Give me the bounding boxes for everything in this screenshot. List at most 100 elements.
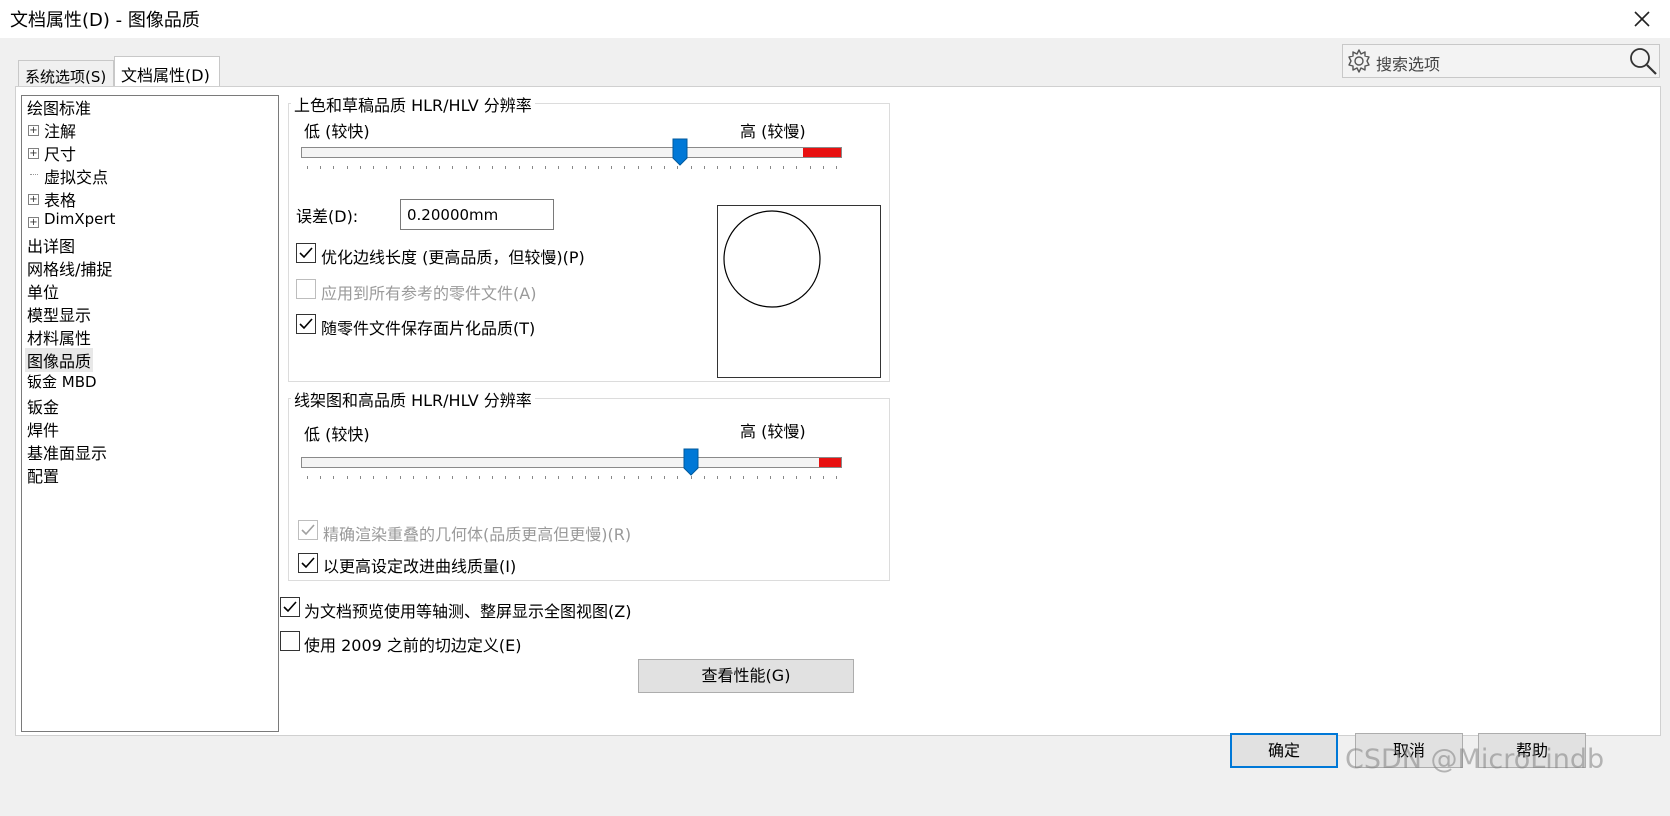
- slider-tick: [439, 166, 440, 169]
- search-placeholder: 搜索选项: [1376, 55, 1441, 74]
- tab-system-options[interactable]: 系统选项(S): [18, 60, 114, 88]
- tree-item-dimxpert[interactable]: DimXpert: [44, 210, 115, 228]
- expand-icon[interactable]: +: [28, 148, 39, 159]
- slider-tick: [677, 166, 678, 169]
- apply-all-label: 应用到所有参考的零件文件(A): [321, 284, 537, 303]
- slider-tick: [492, 476, 493, 479]
- slider-tick: [823, 476, 824, 479]
- quality-preview: [717, 205, 881, 378]
- slider-tick: [611, 166, 612, 169]
- preview-circle-icon: [723, 210, 821, 308]
- tolerance-field[interactable]: [400, 199, 554, 230]
- shaded-slider-ticks: [301, 166, 842, 172]
- slider-tick: [307, 476, 308, 479]
- slider-tick: [360, 476, 361, 479]
- slider-tick: [426, 166, 427, 169]
- slider-tick: [664, 166, 665, 169]
- slider-tick: [783, 476, 784, 479]
- slider-tick: [320, 476, 321, 479]
- tree-item-virtual-sharps[interactable]: 虚拟交点: [44, 164, 108, 188]
- slider-tick: [519, 166, 520, 169]
- slider-max-zone: [819, 458, 841, 467]
- slider-tick: [651, 476, 652, 479]
- close-button[interactable]: [1626, 4, 1658, 34]
- expand-icon[interactable]: +: [28, 194, 39, 205]
- improve-curve-label: 以更高设定改进曲线质量(I): [323, 557, 517, 576]
- category-tree[interactable]: 绘图标准 + 注解 + 尺寸 虚拟交点 + 表格 + DimXpert 出详图 …: [21, 95, 279, 732]
- slider-max-zone: [803, 148, 841, 157]
- wireframe-slider-track[interactable]: [301, 457, 842, 468]
- tree-item-sheet-metal-mbd[interactable]: 钣金 MBD: [27, 371, 97, 392]
- precise-render-checkbox[interactable]: [298, 520, 318, 540]
- tree-item-plane-display[interactable]: 基准面显示: [27, 440, 107, 464]
- slider-tick: [479, 166, 480, 169]
- slider-tick: [717, 476, 718, 479]
- slider-tick: [730, 166, 731, 169]
- tab-document-properties[interactable]: 文档属性(D): [114, 56, 220, 88]
- slider-tick: [770, 166, 771, 169]
- tree-item-dimensions[interactable]: 尺寸: [44, 141, 76, 165]
- save-tessellation-checkbox[interactable]: [296, 314, 316, 334]
- tree-item-annotations[interactable]: 注解: [44, 118, 76, 142]
- slider-tick: [545, 166, 546, 169]
- tree-item-configurations[interactable]: 配置: [27, 463, 59, 487]
- preview-iso-checkbox[interactable]: [280, 597, 300, 617]
- window-title: 文档属性(D) - 图像品质: [10, 10, 200, 31]
- slider-tick: [810, 476, 811, 479]
- tree-item-image-quality[interactable]: 图像品质: [25, 348, 94, 372]
- improve-curve-checkbox[interactable]: [298, 553, 318, 573]
- search-icon[interactable]: [1628, 46, 1658, 76]
- tree-item-grid-snap[interactable]: 网格线/捕捉: [27, 256, 112, 280]
- slider-tick: [598, 166, 599, 169]
- slider-tick: [386, 166, 387, 169]
- optimize-edge-label: 优化边线长度 (更高品质，但较慢)(P): [321, 248, 585, 267]
- slider-tick: [598, 476, 599, 479]
- slider-tick: [770, 476, 771, 479]
- slider-tick: [413, 476, 414, 479]
- checkmark-icon: [299, 247, 313, 259]
- preview-iso-label: 为文档预览使用等轴测、整屏显示全图视图(Z): [304, 602, 632, 621]
- slider-tick: [400, 166, 401, 169]
- wireframe-high-label: 高 (较慢): [740, 422, 806, 441]
- ok-button[interactable]: 确定: [1230, 733, 1338, 768]
- expand-icon[interactable]: +: [28, 125, 39, 136]
- view-performance-button[interactable]: 查看性能(G): [638, 659, 854, 693]
- pre2009-checkbox[interactable]: [280, 631, 300, 651]
- slider-tick: [333, 166, 334, 169]
- title-bar: [0, 0, 1670, 38]
- slider-tick: [558, 166, 559, 169]
- tree-item-detailing[interactable]: 出详图: [27, 233, 75, 257]
- slider-tick: [426, 476, 427, 479]
- tree-item-tables[interactable]: 表格: [44, 187, 76, 211]
- checkmark-icon: [299, 318, 313, 330]
- shaded-low-label: 低 (较快): [304, 122, 370, 141]
- shaded-slider-thumb[interactable]: [672, 138, 688, 166]
- slider-tick: [638, 166, 639, 169]
- shaded-slider-track[interactable]: [301, 147, 842, 158]
- tree-item-units[interactable]: 单位: [27, 279, 59, 303]
- precise-render-label: 精确渲染重叠的几何体(品质更高但更慢)(R): [323, 525, 632, 544]
- tree-connector: [30, 174, 38, 175]
- tree-item-sheet-metal[interactable]: 钣金: [27, 394, 59, 418]
- apply-all-checkbox[interactable]: [296, 279, 316, 299]
- slider-tick: [439, 476, 440, 479]
- tree-item-material-properties[interactable]: 材料属性: [27, 325, 91, 349]
- optimize-edge-checkbox[interactable]: [296, 243, 316, 263]
- slider-tick: [810, 166, 811, 169]
- slider-tick: [704, 476, 705, 479]
- slider-tick: [360, 166, 361, 169]
- slider-tick: [836, 166, 837, 169]
- gear-icon: [1348, 49, 1370, 73]
- tree-item-drafting-standard[interactable]: 绘图标准: [27, 95, 91, 119]
- expand-icon[interactable]: +: [28, 217, 39, 228]
- slider-tick: [624, 476, 625, 479]
- slider-tick: [691, 166, 692, 169]
- slider-tick: [611, 476, 612, 479]
- watermark: CSDN @MicroLindb: [1345, 744, 1605, 775]
- slider-tick: [452, 166, 453, 169]
- wireframe-slider-thumb[interactable]: [683, 448, 699, 476]
- tree-item-weldments[interactable]: 焊件: [27, 417, 59, 441]
- tree-item-model-display[interactable]: 模型显示: [27, 302, 91, 326]
- slider-tick: [796, 166, 797, 169]
- slider-tick: [386, 476, 387, 479]
